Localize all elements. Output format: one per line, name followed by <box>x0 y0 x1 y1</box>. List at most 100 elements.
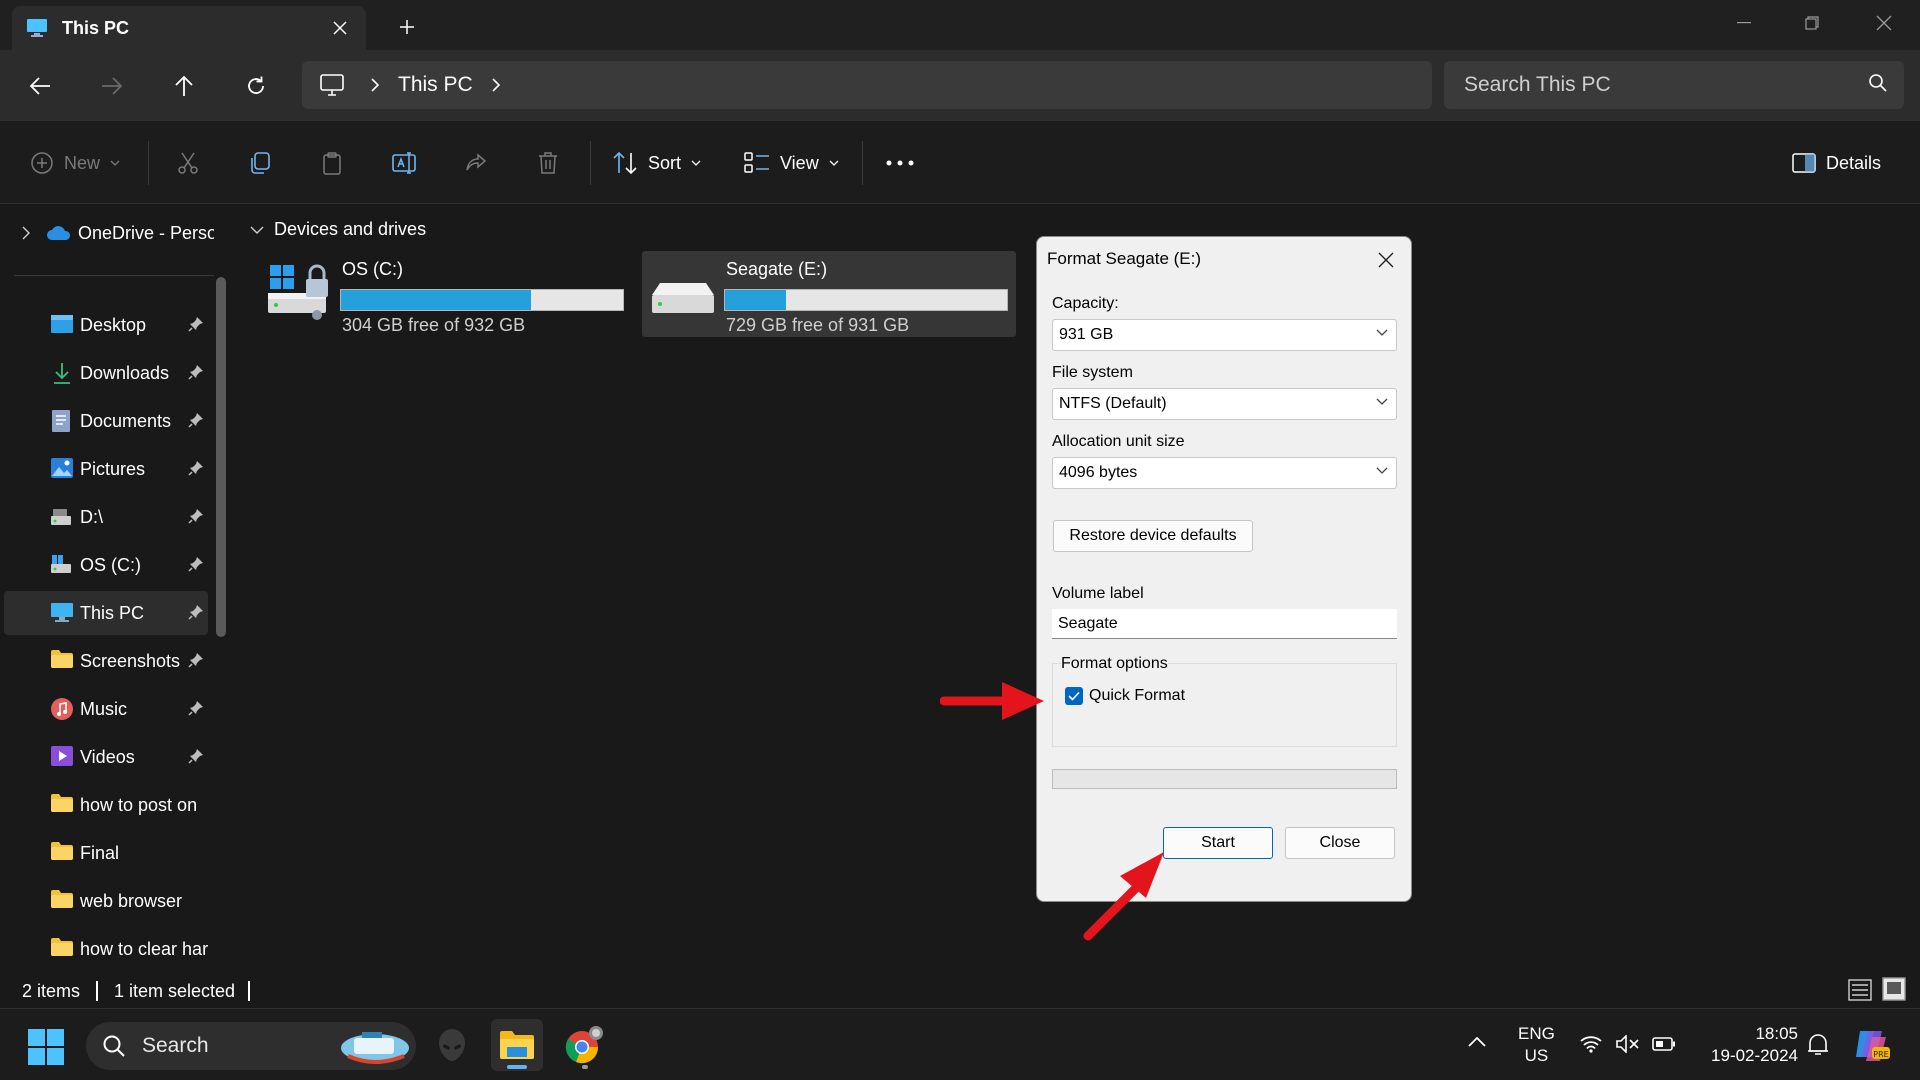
sidebar-item-music[interactable]: Music <box>4 687 208 731</box>
sidebar-item-documents[interactable]: Documents <box>4 399 208 443</box>
sidebar-item-onedrive[interactable]: OneDrive - Perso <box>4 215 214 251</box>
chevron-right-icon[interactable] <box>491 77 501 93</box>
sidebar-item-label: D:\ <box>80 506 104 527</box>
taskbar-file-explorer[interactable] <box>491 1019 543 1071</box>
sidebar-item-label: Videos <box>80 746 135 767</box>
close-tab-icon[interactable] <box>328 16 352 40</box>
drive-tile-seagate-e[interactable]: Seagate (E:) 729 GB free of 931 GB <box>642 251 1016 337</box>
battery-icon[interactable] <box>1652 1037 1676 1051</box>
copy-button[interactable] <box>248 145 272 181</box>
chevron-right-icon[interactable] <box>22 226 30 240</box>
delete-button[interactable] <box>536 145 560 181</box>
sidebar-item-final[interactable]: Final <box>4 831 208 875</box>
search-icon <box>102 1034 126 1058</box>
rename-button[interactable] <box>392 145 418 181</box>
status-bar: 2 items 1 item selected <box>0 973 1920 1008</box>
capacity-select[interactable]: 931 GB <box>1052 319 1397 351</box>
pin-icon <box>188 748 204 764</box>
sidebar-item-label: This PC <box>80 602 145 623</box>
folder-icon <box>50 937 74 961</box>
windows-start-icon[interactable] <box>28 1029 64 1065</box>
chevron-down-icon <box>829 160 839 166</box>
start-label: Start <box>1201 834 1235 851</box>
copilot-icon[interactable]: PRE <box>1852 1027 1890 1063</box>
sort-label: Sort <box>648 152 682 173</box>
wifi-icon[interactable] <box>1580 1035 1602 1053</box>
more-options-button[interactable] <box>886 145 914 181</box>
restore-defaults-label: Restore device defaults <box>1069 527 1237 544</box>
drive-usage-fill <box>725 290 787 310</box>
large-icons-view-icon[interactable] <box>1882 977 1906 1001</box>
volume-muted-icon[interactable] <box>1616 1035 1640 1053</box>
more-icon <box>886 160 914 166</box>
drive-usage-fill <box>341 290 532 310</box>
chevron-down-icon <box>1376 467 1388 475</box>
restore-button[interactable] <box>1792 8 1832 38</box>
taskbar-chrome[interactable] <box>558 1019 610 1071</box>
refresh-button[interactable] <box>238 68 274 104</box>
quick-format-checkbox[interactable]: Quick Format <box>1065 687 1185 705</box>
drive-tile-os-c[interactable]: OS (C:) 304 GB free of 932 GB <box>258 251 632 337</box>
clock[interactable]: 18:05 19-02-2024 <box>1711 1023 1798 1067</box>
download-icon <box>50 361 74 385</box>
cut-button[interactable] <box>176 145 200 181</box>
new-button[interactable]: New <box>30 145 120 181</box>
close-window-button[interactable] <box>1864 8 1904 38</box>
search-input[interactable]: Search This PC <box>1444 61 1904 109</box>
details-view-icon[interactable] <box>1848 979 1872 1001</box>
taskbar-search[interactable]: Search <box>86 1022 416 1070</box>
view-button[interactable]: View <box>744 145 839 181</box>
sidebar-item-screenshots[interactable]: Screenshots <box>4 639 208 683</box>
chevron-right-icon[interactable] <box>370 77 380 93</box>
sidebar-item-downloads[interactable]: Downloads <box>4 351 208 395</box>
language-indicator[interactable]: ENG US <box>1518 1023 1555 1067</box>
back-button[interactable] <box>22 68 58 104</box>
sidebar-item-videos[interactable]: Videos <box>4 735 208 779</box>
pin-icon <box>188 652 204 668</box>
allocation-select[interactable]: 4096 bytes <box>1052 457 1397 489</box>
sidebar-scrollbar[interactable] <box>216 277 226 637</box>
drive-free-space: 729 GB free of 931 GB <box>726 315 910 335</box>
address-bar[interactable]: This PC <box>302 61 1432 109</box>
dialog-close-icon[interactable] <box>1371 245 1401 275</box>
tab-this-pc[interactable]: This PC <box>12 6 366 50</box>
sidebar-item-desktop[interactable]: Desktop <box>4 303 208 347</box>
pin-icon <box>188 364 204 380</box>
sidebar-item-how-to-post-on[interactable]: how to post on <box>4 783 208 827</box>
sidebar-item-how-to-clear-har[interactable]: how to clear har <box>4 927 208 971</box>
sidebar-item-label: web browser <box>80 890 183 911</box>
chevron-up-icon[interactable] <box>1468 1037 1486 1047</box>
breadcrumb-this-pc[interactable]: This PC <box>398 73 473 97</box>
paste-button[interactable] <box>320 145 344 181</box>
taskbar-alien-app[interactable] <box>426 1019 478 1071</box>
filesystem-select[interactable]: NTFS (Default) <box>1052 388 1397 420</box>
start-button[interactable]: Start <box>1163 827 1273 859</box>
restore-defaults-button[interactable]: Restore device defaults <box>1053 520 1253 552</box>
notification-icon[interactable] <box>1806 1033 1830 1057</box>
up-button[interactable] <box>166 68 202 104</box>
group-header-devices[interactable]: Devices and drives <box>250 219 426 240</box>
external-drive-icon <box>650 259 720 321</box>
chevron-down-icon <box>110 160 120 166</box>
close-button[interactable]: Close <box>1285 827 1395 859</box>
forward-button[interactable] <box>94 68 130 104</box>
sidebar-item-web-browser[interactable]: web browser <box>4 879 208 923</box>
volume-label-input[interactable]: Seagate <box>1052 609 1397 639</box>
chevron-down-icon[interactable] <box>250 226 264 234</box>
volume-label-value: Seagate <box>1058 614 1118 632</box>
new-tab-button[interactable] <box>392 12 422 42</box>
details-button[interactable]: Details <box>1792 145 1881 181</box>
sidebar-item-d-drive[interactable]: D:\ <box>4 495 208 539</box>
sidebar-item-pictures[interactable]: Pictures <box>4 447 208 491</box>
sidebar-item-this-pc[interactable]: This PC <box>4 591 208 635</box>
sidebar-item-os-c[interactable]: OS (C:) <box>4 543 208 587</box>
allocation-label: Allocation unit size <box>1052 433 1185 450</box>
checkmark-icon[interactable] <box>1065 687 1083 705</box>
share-button[interactable] <box>464 145 488 181</box>
volume-label-label: Volume label <box>1052 585 1144 602</box>
quick-format-label: Quick Format <box>1089 687 1186 704</box>
sort-button[interactable]: Sort <box>612 145 701 181</box>
pin-icon <box>188 316 204 332</box>
svg-text:PRE: PRE <box>1873 1050 1888 1059</box>
minimize-button[interactable] <box>1724 8 1764 38</box>
